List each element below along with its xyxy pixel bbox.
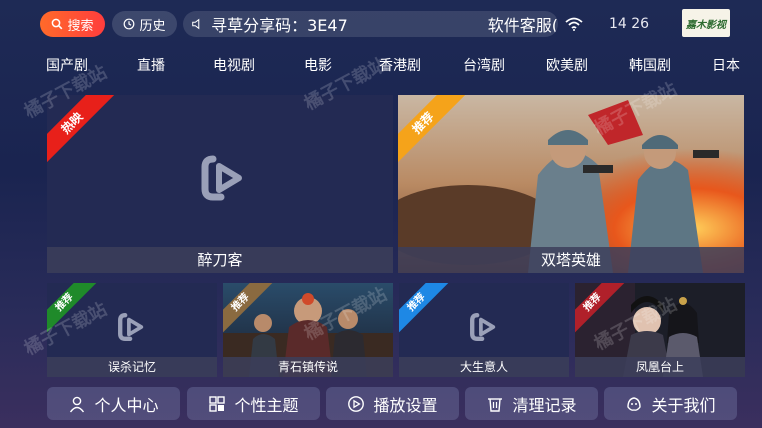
badge-ribbon: 推荐 (398, 95, 468, 165)
marquee-text-1: 寻草分享码：3E47 (211, 16, 348, 35)
nav-item[interactable]: 香港剧 (379, 55, 421, 75)
card-title: 凤凰台上 (575, 357, 745, 377)
about-us-button[interactable]: 关于我们 (604, 387, 737, 420)
button-label: 个人中心 (94, 395, 159, 415)
badge-label: 推荐 (575, 283, 627, 337)
user-icon (70, 396, 85, 412)
badge-ribbon: 推荐 (399, 283, 453, 337)
history-label: 历史 (139, 18, 166, 34)
card-title: 青石镇传说 (223, 357, 393, 377)
play-logo-icon (201, 155, 242, 201)
button-label: 关于我们 (651, 395, 716, 415)
brand-logo: 嘉木影视 (682, 9, 730, 37)
search-label: 搜索 (67, 18, 94, 34)
recommend-card[interactable]: 推荐 大生意人 (399, 283, 569, 377)
badge-label: 推荐 (398, 95, 466, 165)
nav-item[interactable]: 国产剧 (46, 55, 88, 75)
badge-ribbon: 推荐 (223, 283, 277, 337)
badge-label: 热映 (47, 95, 115, 165)
clock-time: 14 26 (609, 16, 650, 32)
card-title: 大生意人 (399, 357, 569, 377)
featured-card[interactable]: 热映 醉刀客 (47, 95, 393, 273)
button-label: 播放设置 (373, 395, 438, 415)
card-title: 双塔英雄 (398, 247, 744, 273)
clock-icon (124, 18, 135, 30)
recommend-card[interactable]: 推荐 误杀记忆 (47, 283, 217, 377)
button-label: 个性主题 (234, 395, 299, 415)
top-bar: 搜索 历史 寻草分享码：3E47 软件客服( 14 26 嘉木影视 (0, 8, 762, 40)
badge-label: 推荐 (47, 283, 99, 337)
recommend-card[interactable]: 推荐 青石镇传说 (223, 283, 393, 377)
announcement-marquee: 寻草分享码：3E47 软件客服( (183, 11, 558, 37)
nav-item[interactable]: 韩国剧 (629, 55, 671, 75)
speaker-icon (192, 18, 200, 30)
nav-item[interactable]: 电视剧 (213, 55, 255, 75)
badge-label: 推荐 (223, 283, 275, 337)
nav-item[interactable]: 电影 (304, 55, 332, 75)
marquee-text-2: 软件客服( (487, 16, 558, 35)
button-label: 清理记录 (512, 395, 577, 415)
nav-item[interactable]: 直播 (137, 55, 165, 75)
history-button[interactable]: 历史 (112, 11, 177, 37)
badge-ribbon: 推荐 (47, 283, 101, 337)
badge-label: 推荐 (399, 283, 451, 337)
card-title: 误杀记忆 (47, 357, 217, 377)
personal-center-button[interactable]: 个人中心 (47, 387, 180, 420)
clear-history-button[interactable]: 清理记录 (465, 387, 598, 420)
card-title: 醉刀客 (47, 247, 393, 273)
theme-button[interactable]: 个性主题 (187, 387, 320, 420)
playback-settings-button[interactable]: 播放设置 (326, 387, 459, 420)
info-icon (627, 396, 642, 411)
grid-icon (209, 395, 226, 412)
nav-item[interactable]: 台湾剧 (463, 55, 505, 75)
recommend-card[interactable]: 推荐 凤凰台上 (575, 283, 745, 377)
play-logo-icon (470, 313, 496, 341)
badge-ribbon: 热映 (47, 95, 117, 165)
featured-card[interactable]: 推荐 双塔英雄 (398, 95, 744, 273)
wifi-icon (565, 17, 583, 31)
badge-ribbon: 推荐 (575, 283, 629, 337)
search-icon (52, 18, 63, 30)
search-button[interactable]: 搜索 (40, 11, 105, 37)
nav-item[interactable]: 日本 (712, 55, 740, 75)
nav-item[interactable]: 欧美剧 (546, 55, 588, 75)
play-circle-icon (348, 395, 365, 412)
trash-icon (488, 397, 503, 412)
logo-text: 嘉木影视 (686, 19, 726, 31)
category-nav: 国产剧 直播 电视剧 电影 香港剧 台湾剧 欧美剧 韩国剧 日本 (0, 55, 762, 77)
play-logo-icon (118, 313, 144, 341)
